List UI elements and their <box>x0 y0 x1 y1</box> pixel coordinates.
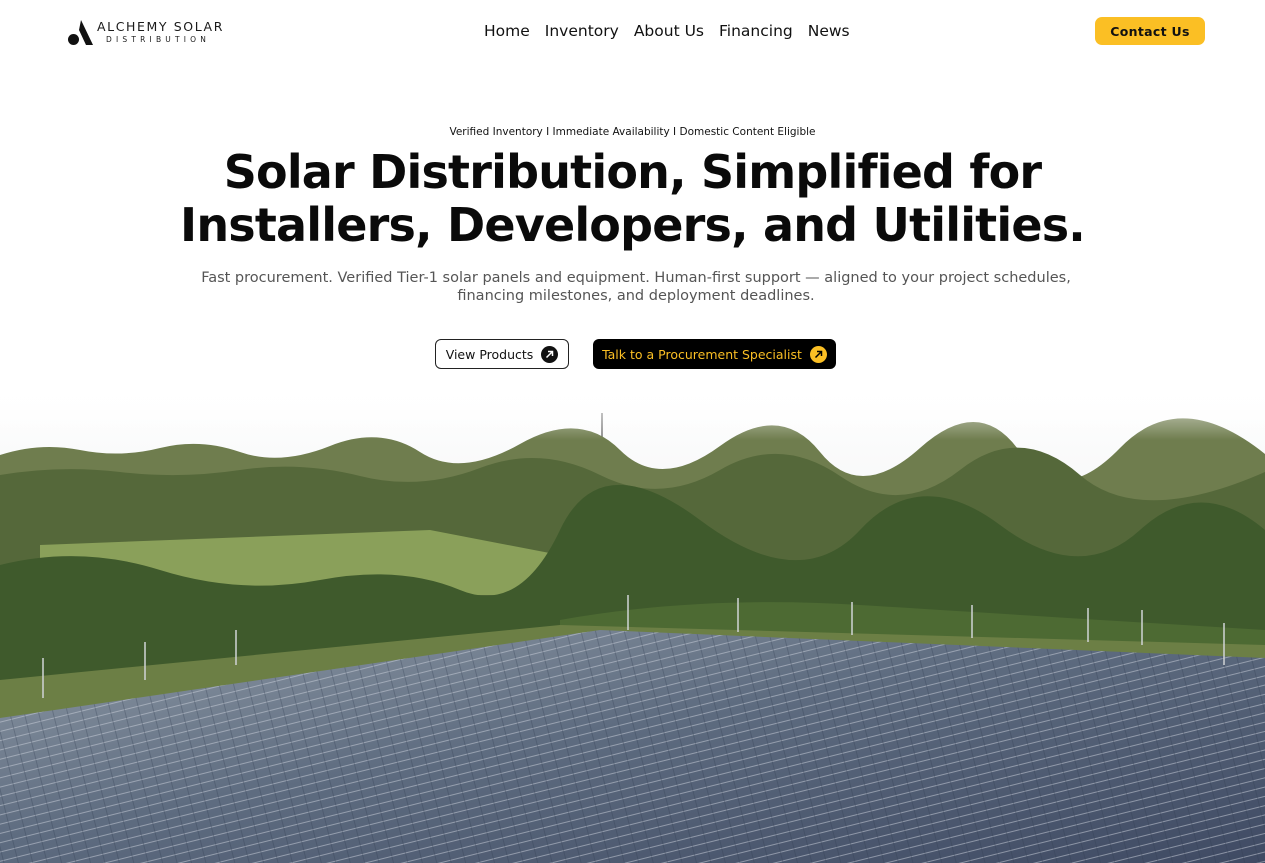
nav-item-financing[interactable]: Financing <box>719 22 793 40</box>
nav-item-home[interactable]: Home <box>484 22 530 40</box>
nav-item-news[interactable]: News <box>808 22 850 40</box>
hero-headline-line-1: Solar Distribution, Simplified for <box>223 145 1042 199</box>
talk-to-specialist-button[interactable]: Talk to a Procurement Specialist <box>593 339 836 369</box>
hero-headline: Solar Distribution, Simplified for Insta… <box>0 146 1265 252</box>
main-nav: Home Inventory About Us Financing News <box>484 22 850 40</box>
hero-subheading: Fast procurement. Verified Tier-1 solar … <box>182 269 1090 305</box>
site-header: ALCHEMY SOLAR DISTRIBUTION Home Inventor… <box>0 0 1265 64</box>
view-products-button[interactable]: View Products <box>435 339 569 369</box>
talk-to-specialist-label: Talk to a Procurement Specialist <box>602 346 802 362</box>
nav-item-about-us[interactable]: About Us <box>634 22 704 40</box>
contact-us-button[interactable]: Contact Us <box>1095 17 1205 45</box>
hero-subheading-line-2: financing milestones, and deployment dea… <box>457 288 815 304</box>
solar-farm-landscape <box>0 380 1265 863</box>
hero-background-image <box>0 380 1265 863</box>
nav-item-inventory[interactable]: Inventory <box>545 22 619 40</box>
brand-logo[interactable]: ALCHEMY SOLAR DISTRIBUTION <box>66 17 224 47</box>
logo-mark-icon <box>68 20 93 45</box>
view-products-label: View Products <box>445 346 534 362</box>
hero-subheading-line-1: Fast procurement. Verified Tier-1 solar … <box>201 270 1071 286</box>
brand-name: ALCHEMY SOLAR <box>97 18 224 34</box>
hero-headline-line-2: Installers, Developers, and Utilities. <box>180 198 1086 252</box>
brand-tagline: DISTRIBUTION <box>106 35 211 44</box>
arrow-up-right-icon <box>809 345 827 363</box>
hero-eyebrow: Verified Inventory I Immediate Availabil… <box>449 126 816 138</box>
arrow-up-right-icon <box>541 345 559 363</box>
